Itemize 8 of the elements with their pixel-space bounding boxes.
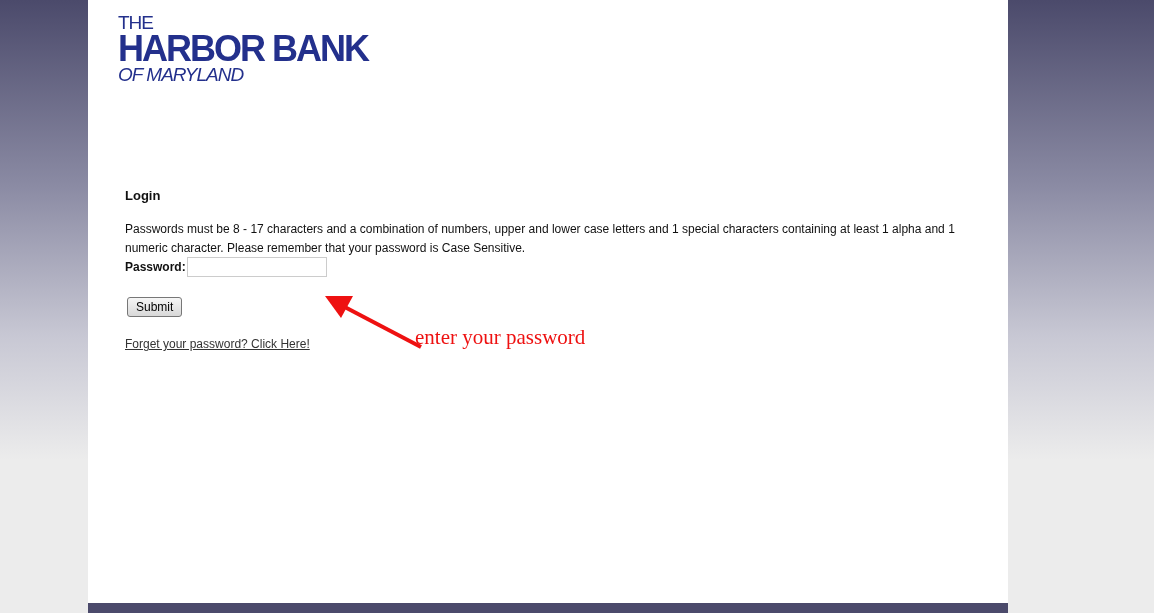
password-label: Password: (125, 260, 186, 275)
submit-button[interactable]: Submit (127, 297, 183, 318)
bank-logo: THE HARBOR BANK OF MARYLAND (118, 14, 368, 85)
password-instructions: Passwords must be 8 - 17 characters and a combination of numbers, upper and lower case letters and 1 special characters containing at least 1 alpha and 1 numeric character. Please remember that your password is Case Sensitive. (125, 221, 956, 258)
annotation-text: enter your password (415, 325, 586, 350)
forgot-password-link[interactable]: Forget your password? Click Here! (125, 337, 310, 352)
login-heading: Login (125, 188, 162, 204)
password-field[interactable] (186, 257, 327, 278)
